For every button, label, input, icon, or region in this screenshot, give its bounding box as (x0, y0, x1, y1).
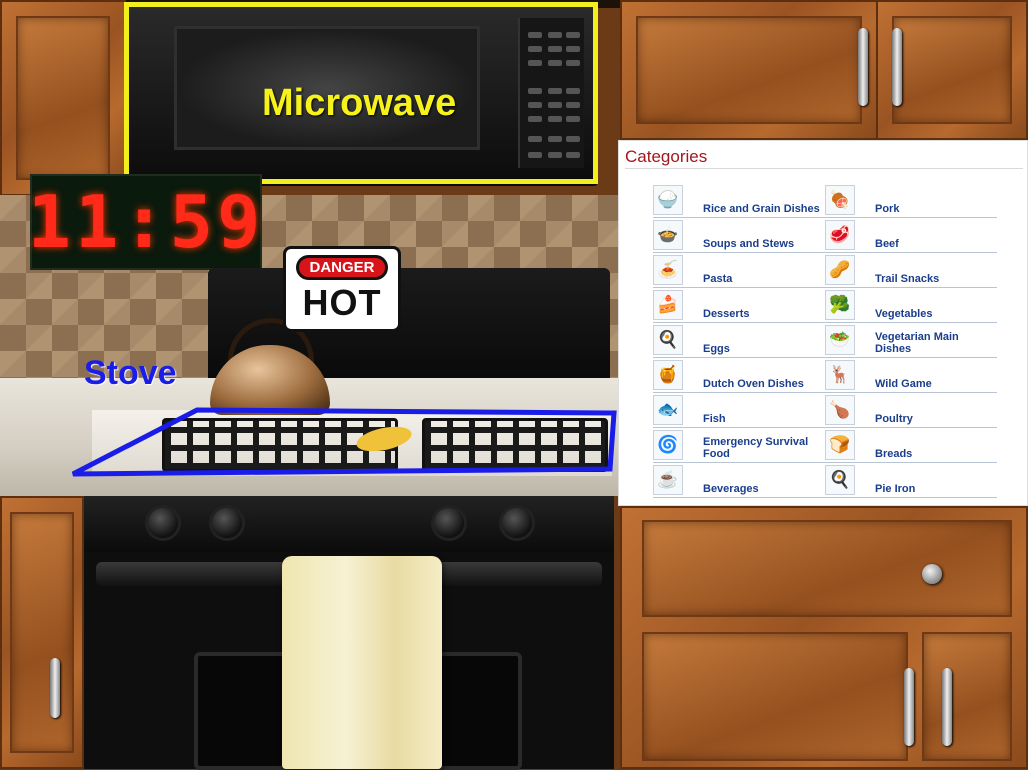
category-link[interactable]: Fish (703, 413, 823, 427)
categories-title: Categories (625, 147, 708, 166)
category-row: 🍰 Desserts 🥦 Vegetables (653, 288, 997, 323)
category-link[interactable]: Rice and Grain Dishes (703, 203, 823, 217)
upper-right-cabinet-left-door (620, 0, 878, 140)
digital-clock: 11:59 (27, 174, 265, 270)
rice-bowl-icon[interactable]: 🍚 (653, 185, 683, 215)
category-link[interactable]: Breads (875, 448, 995, 462)
vegetables-icon[interactable]: 🥦 (825, 290, 855, 320)
survival-food-icon[interactable]: 🌀 (653, 430, 683, 460)
category-item[interactable]: 🥜 Trail Snacks (825, 253, 997, 288)
categories-panel: Categories 🍚 Rice and Grain Dishes 🍖 Pork 🍲 S… (618, 140, 1028, 506)
fish-icon[interactable]: 🐟 (653, 395, 683, 425)
eggs-icon[interactable]: 🍳 (653, 325, 683, 355)
pie-iron-icon[interactable]: 🍳 (825, 465, 855, 495)
category-link[interactable]: Soups and Stews (703, 238, 823, 252)
category-link[interactable]: Pork (875, 203, 995, 217)
stove-label[interactable]: Stove (84, 354, 177, 393)
category-item[interactable]: 🍲 Soups and Stews (653, 218, 825, 253)
turkey-icon[interactable]: 🍗 (825, 395, 855, 425)
category-item[interactable]: 🍰 Desserts (653, 288, 825, 323)
lower-right-cabinets (620, 506, 1028, 769)
dutch-oven-icon[interactable]: 🍯 (653, 360, 683, 390)
pork-roast-icon[interactable]: 🍖 (825, 185, 855, 215)
beverage-mug-icon[interactable]: ☕ (653, 465, 683, 495)
upper-left-cabinet (0, 0, 126, 196)
category-row: 🍲 Soups and Stews 🥩 Beef (653, 218, 997, 253)
category-row: ☕ Beverages 🍳 Pie Iron (653, 463, 997, 498)
category-link[interactable]: Emergency Survival Food (703, 436, 823, 462)
category-item[interactable]: 🍳 Eggs (653, 323, 825, 358)
category-link[interactable]: Dutch Oven Dishes (703, 378, 823, 392)
category-item[interactable]: 🥦 Vegetables (825, 288, 997, 323)
category-link[interactable]: Poultry (875, 413, 995, 427)
stove-knob[interactable] (434, 508, 464, 538)
category-item[interactable]: 🍝 Pasta (653, 253, 825, 288)
right-burner-grate (422, 418, 608, 472)
cake-icon[interactable]: 🍰 (653, 290, 683, 320)
category-item[interactable]: 🍗 Poultry (825, 393, 997, 428)
category-link[interactable]: Pie Iron (875, 483, 995, 497)
category-item[interactable]: 🍳 Pie Iron (825, 463, 997, 498)
lower-cabinet-door (922, 632, 1012, 761)
stove-knob[interactable] (148, 508, 178, 538)
category-item[interactable]: 🍚 Rice and Grain Dishes (653, 183, 825, 218)
soup-bowl-icon[interactable]: 🍲 (653, 220, 683, 250)
category-link[interactable]: Vegetables (875, 308, 995, 322)
bread-icon[interactable]: 🍞 (825, 430, 855, 460)
category-row: 🍳 Eggs 🥗 Vegetarian Main Dishes (653, 323, 997, 358)
deer-icon[interactable]: 🦌 (825, 360, 855, 390)
category-link[interactable]: Trail Snacks (875, 273, 995, 287)
category-row: 🐟 Fish 🍗 Poultry (653, 393, 997, 428)
category-link[interactable]: Vegetarian Main Dishes (875, 331, 995, 357)
categories-divider (625, 168, 1023, 169)
category-link[interactable]: Eggs (703, 343, 823, 357)
category-link[interactable]: Beverages (703, 483, 823, 497)
salad-icon[interactable]: 🥗 (825, 325, 855, 355)
category-link[interactable]: Desserts (703, 308, 823, 322)
microwave-label[interactable]: Microwave (262, 82, 456, 125)
steak-icon[interactable]: 🥩 (825, 220, 855, 250)
category-link[interactable]: Pasta (703, 273, 823, 287)
category-item[interactable]: ☕ Beverages (653, 463, 825, 498)
stove-knob-panel (80, 496, 614, 552)
danger-sign-banner: DANGER (296, 255, 388, 280)
stove-cooktop (92, 410, 612, 476)
category-item[interactable]: 🍞 Breads (825, 428, 997, 463)
category-item[interactable]: 🦌 Wild Game (825, 358, 997, 393)
category-link[interactable]: Beef (875, 238, 995, 252)
category-item[interactable]: 🍖 Pork (825, 183, 997, 218)
lower-cabinet-door (642, 632, 908, 761)
danger-hot-sign: DANGER HOT (283, 246, 401, 332)
category-row: 🍚 Rice and Grain Dishes 🍖 Pork (653, 183, 997, 218)
categories-grid: 🍚 Rice and Grain Dishes 🍖 Pork 🍲 Soups and St… (653, 183, 997, 498)
category-item[interactable]: 🌀 Emergency Survival Food (653, 428, 825, 463)
stove-knob[interactable] (212, 508, 242, 538)
category-item[interactable]: 🍯 Dutch Oven Dishes (653, 358, 825, 393)
trail-mix-icon[interactable]: 🥜 (825, 255, 855, 285)
upper-right-cabinet-right-door (876, 0, 1028, 140)
dish-towel (282, 556, 442, 769)
drawer-knob[interactable] (922, 564, 942, 584)
category-row: 🍝 Pasta 🥜 Trail Snacks (653, 253, 997, 288)
category-item[interactable]: 🥗 Vegetarian Main Dishes (825, 323, 997, 358)
clock-time: 11:59 (27, 180, 265, 264)
category-item[interactable]: 🐟 Fish (653, 393, 825, 428)
category-row: 🌀 Emergency Survival Food 🍞 Breads (653, 428, 997, 463)
stove-knob[interactable] (502, 508, 532, 538)
category-item[interactable]: 🥩 Beef (825, 218, 997, 253)
category-row: 🍯 Dutch Oven Dishes 🦌 Wild Game (653, 358, 997, 393)
pasta-icon[interactable]: 🍝 (653, 255, 683, 285)
category-link[interactable]: Wild Game (875, 378, 995, 392)
drawer-front (642, 520, 1012, 617)
lower-left-cabinet (0, 496, 84, 769)
danger-sign-text: HOT (302, 282, 382, 323)
